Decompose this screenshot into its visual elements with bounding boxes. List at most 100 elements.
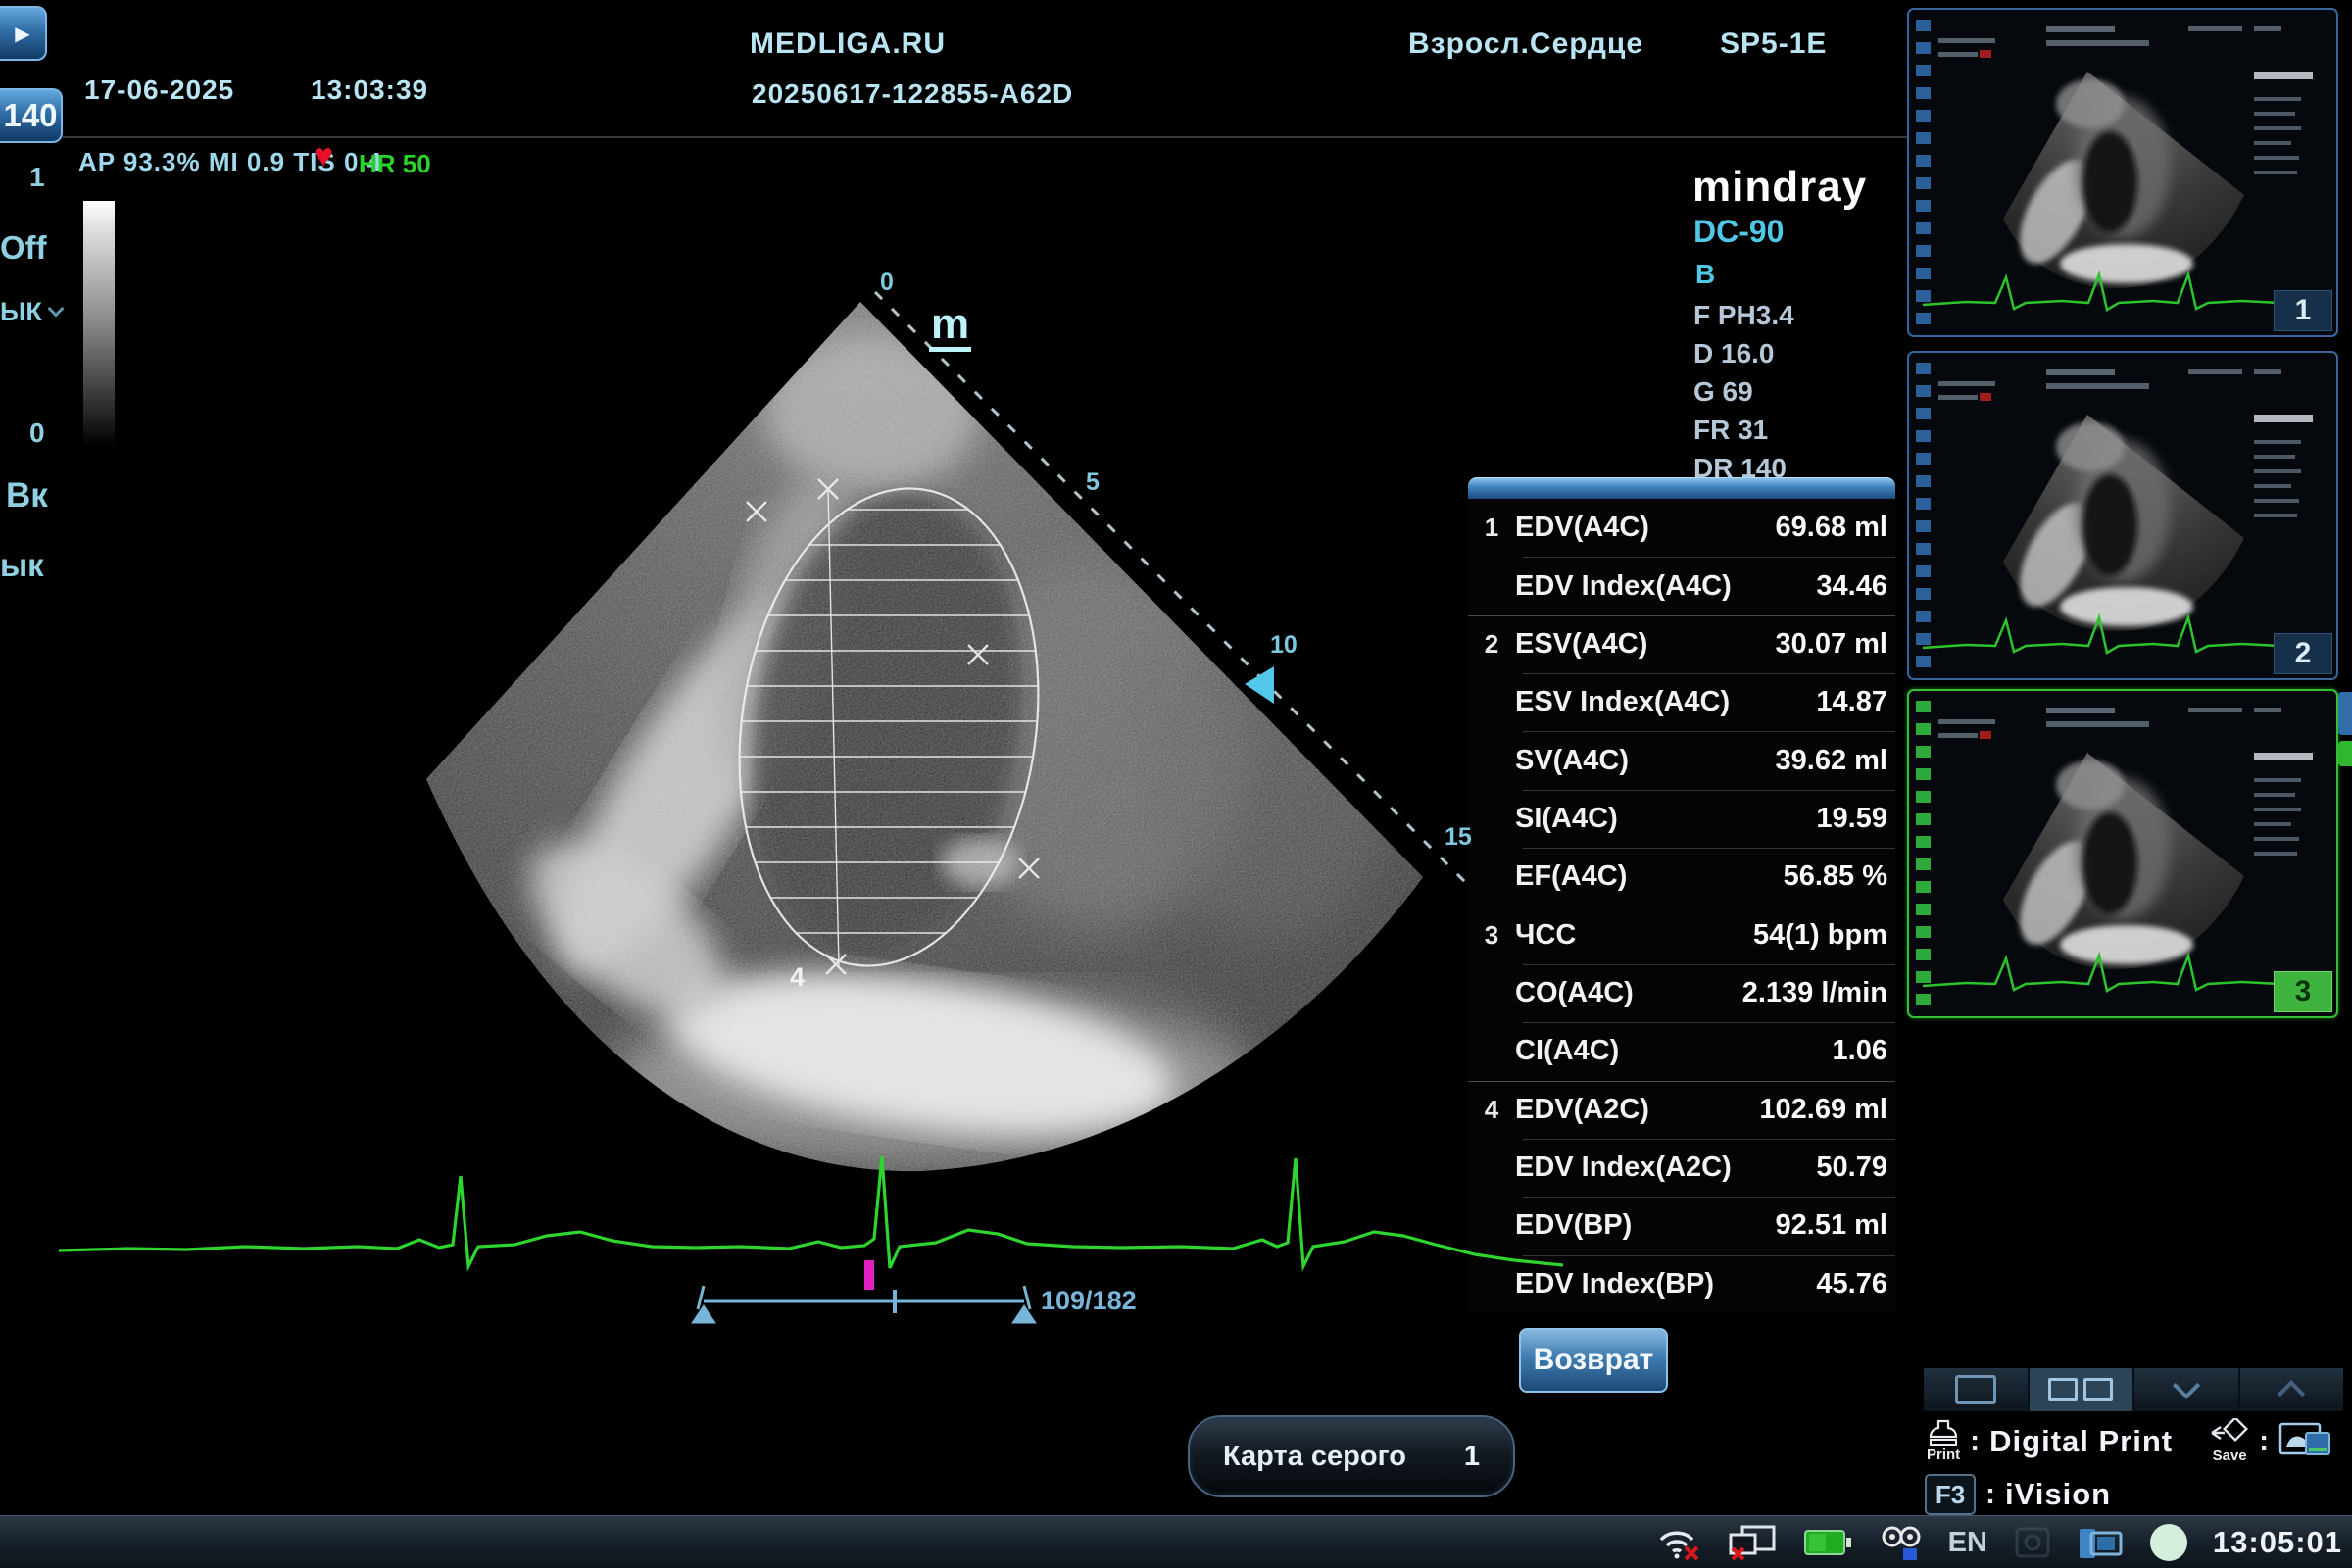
battery-icon[interactable]	[1803, 1526, 1854, 1559]
stamp-icon	[1927, 1419, 1960, 1446]
grayscale-bar	[83, 201, 115, 446]
thumbnail-1-image	[1909, 10, 2336, 335]
param-frequency: F PH3.4	[1693, 296, 1794, 334]
clinic-name: MEDLIGA.RU	[750, 27, 946, 61]
param-depth: D 16.0	[1693, 334, 1794, 372]
table-row: CO(A4C)2.139 l/min	[1468, 964, 1895, 1022]
measurement-results-panel: 1EDV(A4C)69.68 ml EDV Index(A4C)34.46 2E…	[1468, 477, 1895, 1312]
gray-map-label: Карта серого	[1223, 1441, 1406, 1473]
header-separator	[63, 136, 1909, 138]
cine-scrubber	[692, 1286, 1036, 1323]
table-row: EDV Index(A2C)50.79	[1468, 1139, 1895, 1197]
exam-time: 13:03:39	[311, 74, 428, 106]
display-disconnected-icon[interactable]	[1727, 1523, 1778, 1562]
taskbar: EN 13:05:01	[0, 1515, 2352, 1568]
sidebar-item-1[interactable]: 1	[29, 162, 45, 193]
chevron-down-icon	[2173, 1372, 2200, 1399]
table-row: 2ESV(A4C)30.07 ml	[1468, 615, 1895, 673]
camera-icon[interactable]	[1880, 1523, 1923, 1562]
sidebar-item-off[interactable]: Off	[0, 229, 47, 267]
page-up-button[interactable]	[2240, 1368, 2344, 1411]
table-row: ESV Index(A4C)14.87	[1468, 673, 1895, 731]
f3-action-label: iVision	[2005, 1477, 2111, 1512]
dr-value-button[interactable]: 140	[0, 88, 63, 143]
sidebar-item-0[interactable]: 0	[29, 417, 45, 449]
table-row: 4EDV(A2C)102.69 ml	[1468, 1081, 1895, 1139]
heart-icon: ♥	[314, 137, 333, 175]
sidebar-item-vk[interactable]: Вк	[6, 476, 48, 515]
machine-model: DC-90	[1693, 214, 1784, 250]
table-row: 3ЧСС54(1) bpm	[1468, 906, 1895, 964]
table-row: 1EDV(A4C)69.68 ml	[1468, 499, 1895, 557]
colon-separator: :	[1970, 1425, 1980, 1458]
f3-key-hint: F3 : iVision	[1925, 1474, 2111, 1515]
imaging-mode: B	[1695, 259, 1715, 290]
return-button[interactable]: Возврат	[1519, 1328, 1668, 1393]
thumbnail-3-ecg-marks	[1916, 701, 1931, 1006]
trace-point-label: 4	[790, 962, 805, 992]
print-action-label: Digital Print	[1989, 1424, 2173, 1459]
wifi-disconnected-icon[interactable]	[1656, 1523, 1701, 1562]
probe-name: SP5-1E	[1720, 27, 1827, 61]
layout-single-button[interactable]	[1924, 1368, 2030, 1411]
edge-tool-icon[interactable]	[2338, 692, 2352, 735]
dual-frame-icon	[2048, 1378, 2113, 1401]
sidebar-item-yk2[interactable]: ык	[0, 547, 44, 584]
dim-tray-icon[interactable]	[2013, 1525, 2052, 1560]
exam-preset: Взросл.Сердце	[1408, 27, 1643, 61]
orientation-marker: m	[929, 302, 971, 352]
results-panel-header[interactable]	[1468, 477, 1895, 499]
save-key-icon: Save	[2210, 1418, 2249, 1464]
colon-separator: :	[1985, 1478, 1995, 1511]
chevron-down-icon	[47, 301, 64, 318]
edge-scroll-indicator[interactable]	[2338, 741, 2352, 766]
thumbnail-1-index-badge: 1	[2274, 290, 2332, 331]
language-indicator[interactable]: EN	[1948, 1527, 1987, 1559]
table-row: EF(A4C)56.85 %	[1468, 848, 1895, 906]
system-clock: 13:05:01	[2213, 1525, 2342, 1560]
display-layout-toolbar	[1924, 1368, 2343, 1411]
param-framerate: FR 31	[1693, 411, 1794, 449]
thumbnail-1-ecg-marks	[1916, 20, 1931, 325]
table-row: EDV(BP)92.51 ml	[1468, 1197, 1895, 1254]
exam-date: 17-06-2025	[84, 74, 234, 106]
print-key-icon: Print	[1927, 1419, 1960, 1463]
thumbnail-2-image	[1909, 353, 2336, 678]
mindray-logo: mindray	[1692, 163, 1867, 212]
gray-map-button[interactable]: Карта серого 1	[1188, 1415, 1515, 1497]
thumbnail-2[interactable]: 2	[1907, 351, 2338, 680]
table-row: EDV Index(A4C)34.46	[1468, 557, 1895, 614]
table-row: SV(A4C)39.62 ml	[1468, 731, 1895, 789]
thumbnail-3-index-badge: 3	[2274, 971, 2332, 1012]
thumbnail-2-index-badge: 2	[2274, 633, 2332, 674]
ultrasound-screen: ▶ 140 MEDLIGA.RU Взросл.Сердце SP5-1E 17…	[0, 0, 2352, 1568]
page-down-button[interactable]	[2134, 1368, 2240, 1411]
single-frame-icon	[1955, 1375, 1996, 1404]
acoustic-output-status: AP 93.3% MI 0.9 TIS 0.4	[78, 147, 382, 177]
depth-tick-5: 5	[1086, 468, 1100, 496]
workstation-icon[interactable]	[2078, 1523, 2125, 1562]
gray-map-value: 1	[1464, 1441, 1480, 1473]
f3-key: F3	[1925, 1474, 1976, 1515]
layout-dual-button[interactable]	[2030, 1368, 2135, 1411]
expand-arrow-button[interactable]: ▶	[0, 6, 47, 61]
table-row: SI(A4C)19.59	[1468, 790, 1895, 848]
chevron-up-icon	[2278, 1380, 2305, 1407]
save-target-monitor-icon	[2278, 1421, 2331, 1462]
thumbnail-3-image	[1909, 691, 2336, 1016]
image-parameters: F PH3.4 D 16.0 G 69 FR 31 DR 140	[1693, 296, 1794, 487]
ecg-trace	[59, 1156, 1563, 1268]
depth-tick-0: 0	[880, 269, 894, 296]
cine-frame-counter: 109/182	[1041, 1286, 1137, 1316]
heart-rate-status: HR 50	[359, 149, 431, 179]
sidebar-item-yk-dropdown[interactable]: ЫК	[0, 297, 62, 327]
study-id: 20250617-122855-A62D	[752, 78, 1073, 110]
cine-frame-marker	[864, 1260, 874, 1290]
thumbnail-1[interactable]: 1	[1907, 8, 2338, 337]
depth-tick-10: 10	[1270, 631, 1298, 659]
table-row: CI(A4C)1.06	[1468, 1022, 1895, 1080]
colon-separator: :	[2259, 1425, 2269, 1458]
status-circle-icon[interactable]	[2150, 1524, 2187, 1561]
results-rows: 1EDV(A4C)69.68 ml EDV Index(A4C)34.46 2E…	[1468, 499, 1895, 1313]
thumbnail-3-selected[interactable]: 3	[1907, 689, 2338, 1018]
